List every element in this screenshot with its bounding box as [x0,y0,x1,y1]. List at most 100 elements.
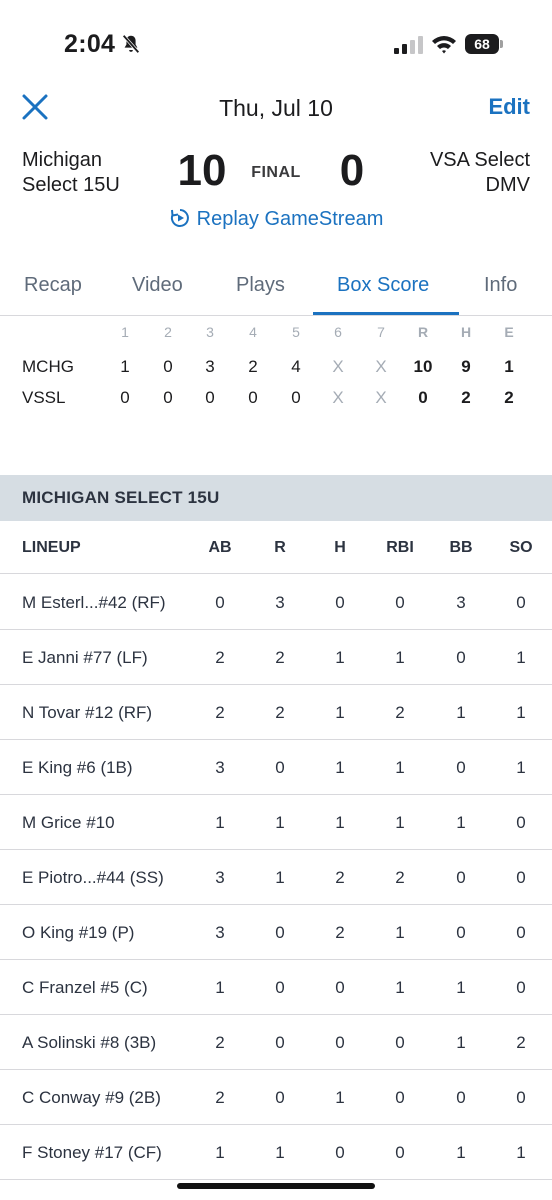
column-header-bb: BB [449,539,473,556]
player-stat: 1 [456,813,466,832]
player-row[interactable]: E King #6 (1B) 3 0 1 1 0 1 [0,740,552,795]
tab-bar: Recap Video Plays Box Score Info [0,262,552,316]
player-row[interactable]: C Conway #9 (2B) 2 0 1 0 0 0 [0,1070,552,1125]
hits-total: 2 [461,388,471,407]
player-stat: 0 [456,868,466,887]
player-stat: 1 [215,1143,225,1162]
tab-info[interactable]: Info [484,274,517,297]
inning-score: 1 [120,357,130,376]
away-team-line1: VSA Select [429,149,530,171]
linescore-row: VSSL 0 0 0 0 0 X X 0 2 2 [0,388,552,418]
player-stat: 1 [456,978,466,997]
linescore-header: 1 2 3 4 5 6 7 R H E [0,324,552,354]
player-row[interactable]: O King #19 (P) 3 0 2 1 0 0 [0,905,552,960]
player-name[interactable]: E Piotro...#44 (SS) [22,868,164,888]
bell-slash-icon [122,34,140,54]
hits-header: H [460,324,472,340]
player-stat: 0 [275,923,285,942]
status-time: 2:04 [64,30,116,58]
player-stat: 1 [456,703,466,722]
page-title: Thu, Jul 10 [219,95,333,121]
player-name[interactable]: F Stoney #17 (CF) [22,1143,162,1163]
player-stat: 2 [335,923,345,942]
player-stat: 0 [215,593,225,612]
tab-recap[interactable]: Recap [24,274,82,297]
player-name[interactable]: M Esterl...#42 (RF) [22,593,166,613]
player-stat: 0 [395,1033,405,1052]
inning-score: 0 [291,388,301,407]
player-row[interactable]: F Stoney #17 (CF) 1 1 0 0 1 1 [0,1125,552,1180]
player-stat: 0 [395,1088,405,1107]
player-stat: 0 [516,978,526,997]
linescore-team: MCHG [22,357,74,376]
hits-total: 9 [461,357,471,376]
column-header-r: R [274,539,286,556]
tab-video[interactable]: Video [132,274,183,297]
player-stat: 3 [215,868,225,887]
player-name[interactable]: A Solinski #8 (3B) [22,1033,156,1053]
player-stat: 0 [516,923,526,942]
player-stat: 3 [215,758,225,777]
inning-score: 0 [205,388,215,407]
player-row[interactable]: N Tovar #12 (RF) 2 2 1 2 1 1 [0,685,552,740]
player-row[interactable]: M Grice #10 1 1 1 1 1 0 [0,795,552,850]
player-stat: 0 [456,648,466,667]
edit-button[interactable]: Edit [488,94,530,120]
player-stat: 1 [456,1033,466,1052]
game-status: FINAL [251,164,301,181]
player-name[interactable]: E Janni #77 (LF) [22,648,148,668]
player-stat: 0 [335,978,345,997]
away-score: 0 [339,146,365,195]
player-stat: 1 [456,1143,466,1162]
player-stat: 1 [275,868,285,887]
player-row[interactable]: C Franzel #5 (C) 1 0 0 1 1 0 [0,960,552,1015]
player-stat: 1 [335,813,345,832]
tab-plays[interactable]: Plays [236,274,285,297]
player-stat: 3 [275,593,285,612]
inning-header: 5 [292,324,300,340]
player-stat: 0 [516,868,526,887]
player-row[interactable]: E Janni #77 (LF) 2 2 1 1 0 1 [0,630,552,685]
player-stat: 2 [215,1088,225,1107]
away-team-name: VSA Select DMV [430,148,530,198]
inning-score: 0 [248,388,258,407]
player-name[interactable]: M Grice #10 [22,813,115,833]
player-row[interactable]: A Solinski #8 (3B) 2 0 0 0 1 2 [0,1015,552,1070]
player-stat: 1 [395,813,405,832]
player-stat: 0 [275,1088,285,1107]
player-name[interactable]: C Conway #9 (2B) [22,1088,161,1108]
errors-header: E [504,324,514,340]
inning-score: 4 [291,357,301,376]
player-name[interactable]: O King #19 (P) [22,923,134,943]
player-stat: 3 [456,593,466,612]
away-team-line2: DMV [485,174,530,196]
player-stat: 1 [335,703,345,722]
player-name[interactable]: E King #6 (1B) [22,758,133,778]
tab-box-score[interactable]: Box Score [337,274,429,297]
inning-score: X [375,388,387,407]
active-tab-indicator [313,312,459,315]
player-stat: 0 [395,593,405,612]
team-section-header: MICHIGAN SELECT 15U [0,475,552,521]
player-name[interactable]: C Franzel #5 (C) [22,978,148,998]
player-stat: 1 [275,813,285,832]
inning-header: 6 [334,324,342,340]
inning-header: 3 [206,324,214,340]
replay-gamestream-link[interactable]: Replay GameStream [0,207,552,231]
player-stat: 2 [335,868,345,887]
player-stat: 0 [275,1033,285,1052]
player-row[interactable]: M Esterl...#42 (RF) 0 3 0 0 3 0 [0,575,552,630]
column-header-so: SO [509,539,533,556]
home-team-line2: Select 15U [22,174,120,196]
player-stat: 3 [215,923,225,942]
home-team-name: Michigan Select 15U [22,148,120,198]
player-stat: 2 [516,1033,526,1052]
player-stat: 1 [395,978,405,997]
player-name[interactable]: N Tovar #12 (RF) [22,703,152,723]
player-stat: 1 [275,1143,285,1162]
errors-total: 1 [504,357,514,376]
player-stat: 1 [516,758,526,777]
lineup-header-row: LINEUP AB R H RBI BB SO [0,522,552,574]
inning-score: 0 [163,388,173,407]
player-row[interactable]: E Piotro...#44 (SS) 3 1 2 2 0 0 [0,850,552,905]
